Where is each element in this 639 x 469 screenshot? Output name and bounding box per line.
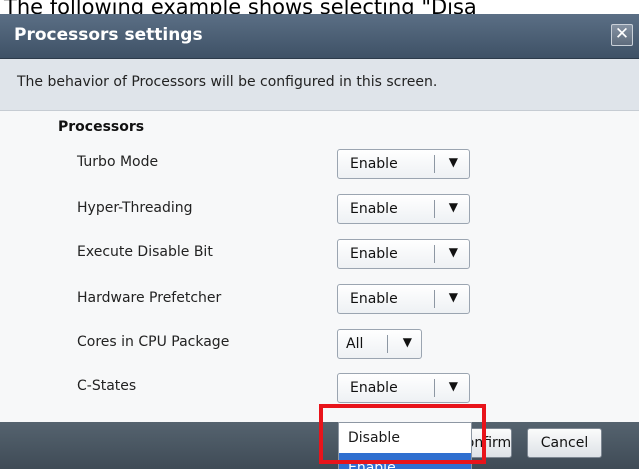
chevron-down-icon[interactable]: ▼ (449, 379, 458, 393)
select-value: Enable (350, 156, 398, 172)
hardware-prefetcher-select[interactable]: Enable ▼ (337, 284, 470, 314)
select-divider (434, 245, 435, 263)
c-states-select[interactable]: Enable ▼ (337, 373, 470, 403)
select-value: Enable (350, 380, 398, 396)
description-banner: The behavior of Processors will be confi… (0, 59, 639, 111)
chevron-down-icon[interactable]: ▼ (449, 245, 458, 259)
select-divider (434, 155, 435, 173)
description-text: The behavior of Processors will be confi… (17, 74, 438, 90)
chevron-down-icon[interactable]: ▼ (449, 200, 458, 214)
section-title: Processors (58, 119, 145, 135)
highlight-box (319, 404, 486, 464)
cores-in-cpu-package-label: Cores in CPU Package (77, 334, 230, 350)
hyper-threading-label: Hyper-Threading (77, 200, 193, 216)
select-value: All (346, 336, 364, 352)
select-value: Enable (350, 201, 398, 217)
select-divider (434, 290, 435, 308)
turbo-mode-label: Turbo Mode (77, 154, 159, 170)
select-value: Enable (350, 246, 398, 262)
cores-in-cpu-package-select[interactable]: All ▼ (337, 329, 422, 359)
close-icon[interactable]: ✕ (611, 24, 633, 46)
hardware-prefetcher-label: Hardware Prefetcher (77, 290, 222, 306)
select-divider (434, 379, 435, 397)
cancel-button[interactable]: Cancel (527, 428, 602, 458)
chevron-down-icon[interactable]: ▼ (449, 290, 458, 304)
c-states-label: C-States (77, 378, 137, 394)
dialog-titlebar: Processors settings ✕ (0, 14, 639, 59)
execute-disable-bit-select[interactable]: Enable ▼ (337, 239, 470, 269)
execute-disable-bit-label: Execute Disable Bit (77, 244, 213, 260)
chevron-down-icon[interactable]: ▼ (403, 335, 412, 349)
hyper-threading-select[interactable]: Enable ▼ (337, 194, 470, 224)
select-divider (434, 200, 435, 218)
dialog-title: Processors settings (14, 25, 203, 45)
select-value: Enable (350, 291, 398, 307)
turbo-mode-select[interactable]: Enable ▼ (337, 149, 470, 179)
processors-settings-dialog: Processors settings ✕ The behavior of Pr… (0, 14, 639, 469)
chevron-down-icon[interactable]: ▼ (449, 155, 458, 169)
select-divider (387, 335, 388, 353)
